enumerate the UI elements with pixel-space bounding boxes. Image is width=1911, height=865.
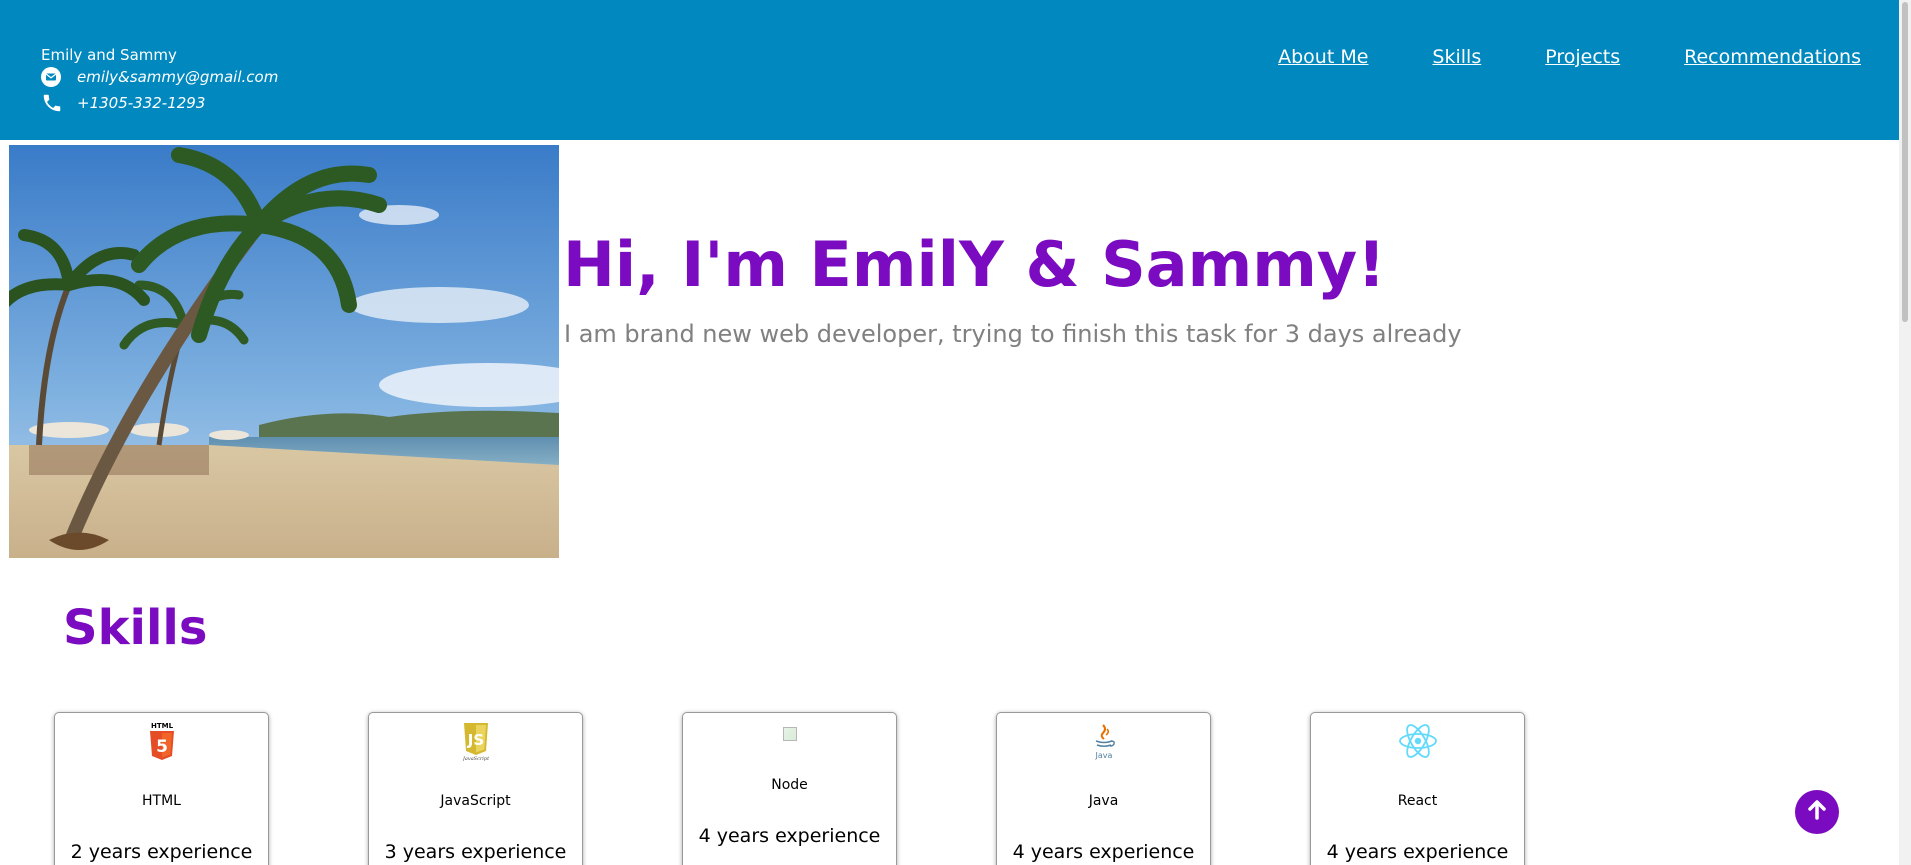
beach-palm-trees-photo — [9, 145, 559, 558]
page: Emily and Sammy emily&sammy@gmail.com +1… — [0, 0, 1911, 865]
skill-name: Node — [771, 777, 808, 793]
java-icon: Java — [997, 721, 1210, 761]
scrollbar-thumb[interactable] — [1902, 2, 1908, 322]
phone-icon — [41, 92, 67, 114]
react-icon — [1311, 721, 1524, 761]
svg-text:JavaScript: JavaScript — [463, 756, 489, 761]
nav-about-me[interactable]: About Me — [1278, 46, 1368, 68]
site-header: Emily and Sammy emily&sammy@gmail.com +1… — [0, 0, 1899, 140]
skill-experience: 4 years experience — [1326, 841, 1509, 863]
skill-experience: 2 years experience — [70, 841, 253, 863]
skill-name: HTML — [142, 793, 181, 809]
hero-title: Hi, I'm EmilY & Sammy! — [563, 228, 1386, 301]
brand-name: Emily and Sammy — [41, 46, 177, 64]
skill-experience: 4 years experience — [1012, 841, 1195, 863]
arrow-up-icon — [1803, 796, 1831, 828]
scroll-to-top-button[interactable] — [1795, 790, 1839, 834]
svg-text:HTML: HTML — [150, 722, 173, 730]
contact-phone[interactable]: +1305-332-1293 — [77, 94, 205, 112]
main-nav: About Me Skills Projects Recommendations — [1278, 46, 1861, 68]
skill-name: JavaScript — [440, 793, 511, 809]
skill-name: React — [1397, 793, 1438, 809]
skill-card-java: Java Java 4 years experience — [996, 712, 1211, 865]
hero-subtitle: I am brand new web developer, trying to … — [564, 320, 1462, 348]
skills-heading: Skills — [63, 600, 208, 656]
envelope-icon — [41, 66, 67, 88]
contact-email[interactable]: emily&sammy@gmail.com — [77, 68, 278, 86]
nav-skills[interactable]: Skills — [1432, 46, 1481, 68]
skill-card-react: React 4 years experience — [1310, 712, 1525, 865]
javascript-icon: JS JavaScript — [369, 721, 582, 761]
skill-experience: 3 years experience — [384, 841, 567, 863]
svg-text:JS: JS — [466, 731, 483, 749]
html5-icon: HTML 5 — [55, 721, 268, 761]
contact-phone-row: +1305-332-1293 — [41, 92, 205, 114]
vertical-scrollbar[interactable] — [1899, 0, 1911, 865]
svg-text:5: 5 — [156, 737, 168, 757]
skill-card-html: HTML 5 HTML 2 years experience — [54, 712, 269, 865]
contact-email-row: emily&sammy@gmail.com — [41, 66, 278, 88]
nav-projects[interactable]: Projects — [1545, 46, 1620, 68]
svg-text:Java: Java — [1094, 751, 1112, 760]
nav-recommendations[interactable]: Recommendations — [1684, 46, 1861, 68]
skill-experience: 4 years experience — [698, 825, 881, 847]
skill-card-node: Node 4 years experience — [682, 712, 897, 865]
broken-image-icon — [683, 721, 896, 761]
skill-card-javascript: JS JavaScript JavaScript 3 years experie… — [368, 712, 583, 865]
skill-name: Java — [1088, 793, 1119, 809]
